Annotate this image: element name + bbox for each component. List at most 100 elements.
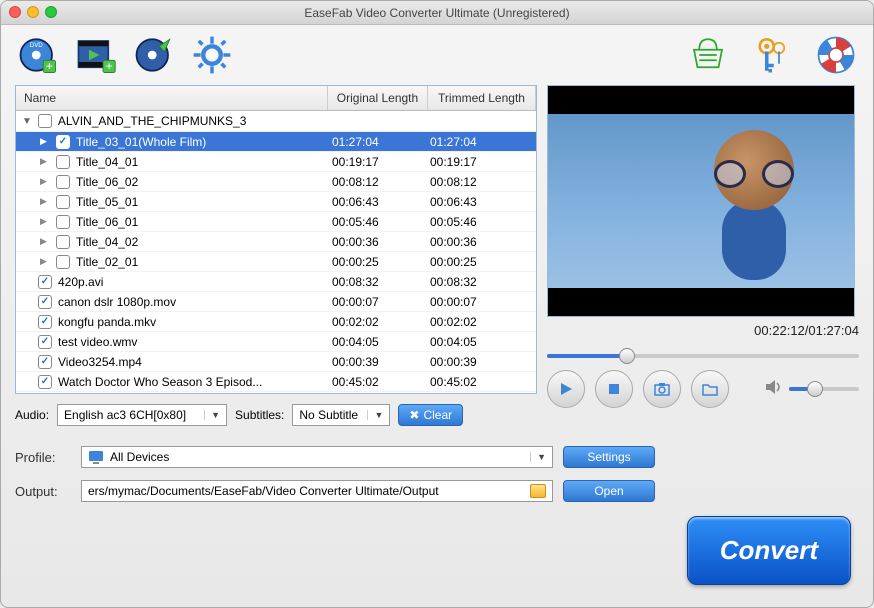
load-bluray-button[interactable] bbox=[131, 32, 177, 78]
trimmed-length: 00:00:07 bbox=[430, 295, 530, 309]
original-length: 00:00:36 bbox=[332, 235, 424, 249]
row-checkbox[interactable] bbox=[38, 295, 52, 309]
row-checkbox[interactable] bbox=[38, 355, 52, 369]
column-trimmed-length[interactable]: Trimmed Length bbox=[428, 86, 536, 110]
row-checkbox[interactable] bbox=[38, 375, 52, 389]
row-checkbox[interactable] bbox=[56, 175, 70, 189]
table-row[interactable]: Video3254.mp4 00:00:39 00:00:39 bbox=[16, 352, 536, 372]
play-button[interactable] bbox=[547, 370, 585, 408]
trimmed-length: 00:00:36 bbox=[430, 235, 530, 249]
file-name: Title_06_01 bbox=[76, 215, 326, 229]
chevron-down-icon: ▼ bbox=[204, 410, 220, 420]
file-name: kongfu panda.mkv bbox=[58, 315, 326, 329]
group-checkbox[interactable] bbox=[38, 114, 52, 128]
stop-button[interactable] bbox=[595, 370, 633, 408]
toolbar: + DVD + bbox=[1, 25, 873, 85]
volume-icon[interactable] bbox=[765, 379, 783, 400]
app-window: EaseFab Video Converter Ultimate (Unregi… bbox=[0, 0, 874, 608]
help-button[interactable] bbox=[813, 32, 859, 78]
table-row[interactable]: kongfu panda.mkv 00:02:02 00:02:02 bbox=[16, 312, 536, 332]
table-row[interactable]: ▶ Title_03_01(Whole Film) 01:27:04 01:27… bbox=[16, 132, 536, 152]
row-checkbox[interactable] bbox=[56, 195, 70, 209]
trimmed-length: 00:08:12 bbox=[430, 175, 530, 189]
svg-text:DVD: DVD bbox=[30, 42, 43, 49]
table-row[interactable]: ▶ Title_04_01 00:19:17 00:19:17 bbox=[16, 152, 536, 172]
expand-arrow-icon[interactable]: ▶ bbox=[40, 176, 50, 187]
table-row[interactable]: ▶ Title_06_02 00:08:12 00:08:12 bbox=[16, 172, 536, 192]
group-header[interactable]: ▼ ALVIN_AND_THE_CHIPMUNKS_3 bbox=[16, 111, 536, 132]
trimmed-length: 00:02:02 bbox=[430, 315, 530, 329]
titlebar: EaseFab Video Converter Ultimate (Unregi… bbox=[1, 1, 873, 25]
table-row[interactable]: 420p.avi 00:08:32 00:08:32 bbox=[16, 272, 536, 292]
chevron-down-icon: ▼ bbox=[367, 410, 383, 420]
expand-arrow-icon[interactable]: ▶ bbox=[40, 156, 50, 167]
folder-icon[interactable] bbox=[530, 484, 546, 498]
register-button[interactable] bbox=[749, 32, 795, 78]
subtitles-select[interactable]: No Subtitle▼ bbox=[292, 404, 390, 426]
table-row[interactable]: ▶ Title_05_01 00:06:43 00:06:43 bbox=[16, 192, 536, 212]
device-icon bbox=[88, 450, 104, 464]
expand-arrow-icon[interactable]: ▶ bbox=[40, 216, 50, 227]
trimmed-length: 00:05:46 bbox=[430, 215, 530, 229]
table-row[interactable]: ▶ Title_02_01 00:00:25 00:00:25 bbox=[16, 252, 536, 272]
close-window-button[interactable] bbox=[9, 6, 21, 18]
row-checkbox[interactable] bbox=[56, 215, 70, 229]
settings-gear-button[interactable] bbox=[189, 32, 235, 78]
column-original-length[interactable]: Original Length bbox=[328, 86, 428, 110]
column-name[interactable]: Name bbox=[16, 86, 328, 110]
row-checkbox[interactable] bbox=[56, 235, 70, 249]
volume-slider[interactable] bbox=[789, 387, 859, 391]
disclosure-triangle-icon[interactable]: ▼ bbox=[22, 116, 32, 127]
file-name: Title_04_02 bbox=[76, 235, 326, 249]
original-length: 00:05:46 bbox=[332, 215, 424, 229]
svg-text:+: + bbox=[46, 59, 53, 73]
file-name: Title_02_01 bbox=[76, 255, 326, 269]
snapshot-button[interactable] bbox=[643, 370, 681, 408]
table-row[interactable]: Watch Doctor Who Season 3 Episod... 00:4… bbox=[16, 372, 536, 392]
open-snapshot-folder-button[interactable] bbox=[691, 370, 729, 408]
expand-arrow-icon[interactable]: ▶ bbox=[40, 256, 50, 267]
original-length: 00:06:43 bbox=[332, 195, 424, 209]
output-label: Output: bbox=[15, 484, 71, 499]
row-checkbox[interactable] bbox=[56, 155, 70, 169]
table-row[interactable]: ▶ Title_04_02 00:00:36 00:00:36 bbox=[16, 232, 536, 252]
output-path-field[interactable]: ers/mymac/Documents/EaseFab/Video Conver… bbox=[81, 480, 553, 502]
table-row[interactable]: canon dslr 1080p.mov 00:00:07 00:00:07 bbox=[16, 292, 536, 312]
original-length: 00:45:02 bbox=[332, 375, 424, 389]
purchase-button[interactable] bbox=[685, 32, 731, 78]
original-length: 00:04:05 bbox=[332, 335, 424, 349]
row-checkbox[interactable] bbox=[38, 275, 52, 289]
trimmed-length: 00:06:43 bbox=[430, 195, 530, 209]
seek-slider[interactable] bbox=[547, 354, 859, 358]
original-length: 00:00:25 bbox=[332, 255, 424, 269]
profile-settings-button[interactable]: Settings bbox=[563, 446, 655, 468]
group-name: ALVIN_AND_THE_CHIPMUNKS_3 bbox=[58, 114, 326, 128]
row-checkbox[interactable] bbox=[56, 255, 70, 269]
file-list-table: Name Original Length Trimmed Length ▼ AL… bbox=[15, 85, 537, 394]
trimmed-length: 00:04:05 bbox=[430, 335, 530, 349]
table-row[interactable]: ▶ Title_06_01 00:05:46 00:05:46 bbox=[16, 212, 536, 232]
row-checkbox[interactable] bbox=[38, 315, 52, 329]
trimmed-length: 00:19:17 bbox=[430, 155, 530, 169]
expand-arrow-icon[interactable]: ▶ bbox=[40, 236, 50, 247]
profile-select[interactable]: All Devices ▼ bbox=[81, 446, 553, 468]
clear-button[interactable]: ✖ Clear bbox=[398, 404, 463, 426]
zoom-window-button[interactable] bbox=[45, 6, 57, 18]
file-name: canon dslr 1080p.mov bbox=[58, 295, 326, 309]
table-row[interactable]: test video.wmv 00:04:05 00:04:05 bbox=[16, 332, 536, 352]
audio-select[interactable]: English ac3 6CH[0x80]▼ bbox=[57, 404, 227, 426]
load-video-file-button[interactable]: + bbox=[73, 32, 119, 78]
svg-text:+: + bbox=[106, 59, 113, 73]
video-preview[interactable] bbox=[547, 85, 855, 317]
file-name: Title_04_01 bbox=[76, 155, 326, 169]
expand-arrow-icon[interactable]: ▶ bbox=[40, 196, 50, 207]
row-checkbox[interactable] bbox=[56, 135, 70, 149]
minimize-window-button[interactable] bbox=[27, 6, 39, 18]
expand-arrow-icon[interactable]: ▶ bbox=[40, 136, 50, 147]
open-output-button[interactable]: Open bbox=[563, 480, 655, 502]
row-checkbox[interactable] bbox=[38, 335, 52, 349]
original-length: 00:02:02 bbox=[332, 315, 424, 329]
load-dvd-button[interactable]: + DVD bbox=[15, 32, 61, 78]
original-length: 00:08:12 bbox=[332, 175, 424, 189]
convert-button[interactable]: Convert bbox=[687, 516, 851, 585]
